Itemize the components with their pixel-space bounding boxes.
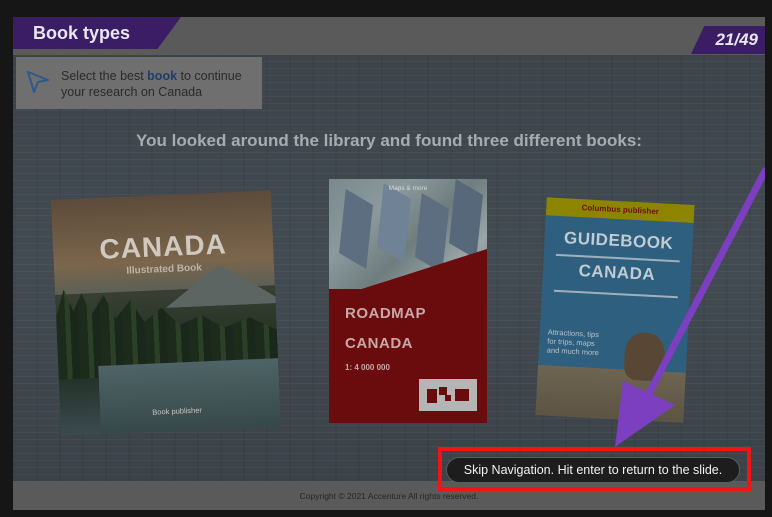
player-frame: Book types 21/49 Select the best book to… — [0, 0, 772, 517]
book-scale: 1: 4 000 000 — [345, 363, 390, 372]
headline: You looked around the library and found … — [136, 131, 642, 150]
slide: Book types 21/49 Select the best book to… — [13, 17, 765, 510]
book-illustrated[interactable]: CANADA Illustrated Book Book publisher — [50, 190, 282, 436]
book-roadmap[interactable]: Maps & more ROADMAP CANADA 1: 4 000 000 — [329, 179, 487, 423]
skip-navigation-button[interactable]: Skip Navigation. Hit enter to return to … — [446, 457, 740, 483]
map-fold — [377, 183, 411, 263]
slide-title: Book types — [33, 23, 131, 43]
copyright-text: Copyright © 2021 Accenture All rights re… — [299, 491, 479, 501]
book-title-line1: ROADMAP — [345, 305, 426, 322]
instruction-text: Select the best book to continue your re… — [61, 68, 261, 100]
cursor-arrow-icon — [27, 71, 49, 93]
instruction-keyword: book — [147, 69, 178, 83]
instruction-text-before: Select the best — [61, 69, 148, 83]
instruction-box: Select the best book to continue your re… — [16, 57, 262, 109]
map-fold — [415, 193, 449, 273]
canada-map-icon — [419, 379, 477, 411]
slide-counter: 21/49 — [715, 30, 758, 49]
book-title-line2: CANADA — [345, 335, 413, 352]
skip-navigation-label: Skip Navigation. Hit enter to return to … — [463, 463, 723, 477]
map-fold — [339, 189, 373, 269]
book-tag: Maps & more — [388, 185, 428, 192]
slide-header: Book types 21/49 — [13, 17, 765, 55]
book-cover-lake — [98, 358, 282, 434]
annotation-arrow-icon — [615, 167, 765, 447]
